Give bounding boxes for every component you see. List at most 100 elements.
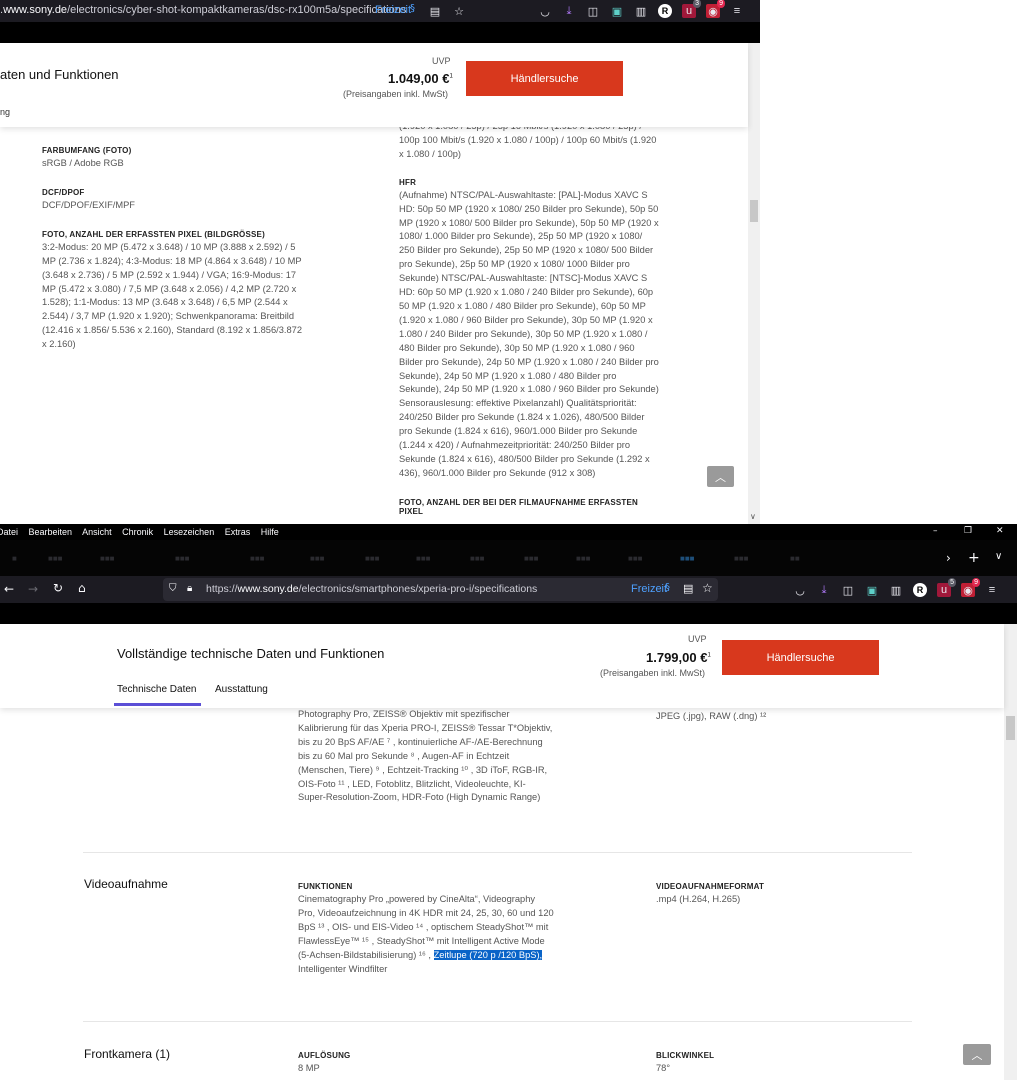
extension-icon[interactable]: u3: [682, 0, 701, 18]
tab-list-icon[interactable]: ∨: [995, 551, 1002, 562]
spec-value-resolution: 8 MP: [298, 1063, 320, 1073]
section-divider: [83, 1021, 912, 1022]
new-tab-icon[interactable]: +: [968, 550, 980, 566]
container-icon: §: [665, 582, 670, 593]
reader-view-icon[interactable]: ▤: [683, 582, 693, 595]
section-divider: [83, 852, 912, 853]
spec-label: FOTO, ANZAHL DER ERFASSTEN PIXEL (BILDGR…: [42, 229, 265, 239]
account-icon[interactable]: R: [913, 583, 927, 597]
reader-view-icon[interactable]: ▤: [428, 4, 442, 18]
menu-chronik[interactable]: Chronik: [122, 527, 153, 537]
spec-label-cut: FOTO, ANZAHL DER BEI DER FILMAUFNAHME ER…: [399, 497, 639, 516]
tab[interactable]: ■■■: [470, 554, 485, 563]
tab[interactable]: ■■■: [734, 554, 749, 563]
top-scrollbar[interactable]: [748, 43, 760, 524]
url-text[interactable]: https://www.sony.de/electronics/smartpho…: [206, 583, 537, 595]
bottom-menubar: Datei Bearbeiten Ansicht Chronik Lesezei…: [0, 524, 1017, 540]
tab[interactable]: ■■■: [365, 554, 380, 563]
save-icon[interactable]: ▣: [865, 583, 879, 597]
spec-label-hfr: HFR: [399, 177, 417, 187]
downloads-icon[interactable]: ⤓: [562, 4, 576, 18]
minimize-icon[interactable]: –: [933, 526, 938, 536]
tab[interactable]: ■■■: [524, 554, 539, 563]
top-url-field[interactable]: .www.sony.de/electronics/cyber-shot-komp…: [0, 4, 406, 16]
bottom-tab-strip: ■ ■■■ ■■■ ■■■ ■■■ ■■■ ■■■ ■■■ ■■■ ■■■ ■■…: [0, 540, 1017, 576]
extension-icon[interactable]: ◉ 9: [706, 0, 725, 18]
tab-scroll-right-icon[interactable]: ›: [946, 551, 951, 565]
sidebar-icon[interactable]: ◫: [586, 4, 600, 18]
tab[interactable]: ■■■: [175, 554, 190, 563]
forward-arrow-icon[interactable]: →: [28, 582, 38, 596]
close-icon[interactable]: ✕: [996, 526, 1004, 536]
container-label-freizeit[interactable]: Freizeit: [375, 4, 411, 16]
notes-icon[interactable]: ▥: [634, 4, 648, 18]
section-title-video: Videoaufnahme: [84, 877, 168, 891]
menu-bearbeiten[interactable]: Bearbeiten: [29, 527, 73, 537]
reload-icon[interactable]: ↻: [53, 581, 63, 595]
spec-value-hfr: (Aufnahme) NTSC/PAL-Auswahltaste: [PAL]-…: [399, 189, 659, 478]
top-tab-fragment[interactable]: ng: [0, 107, 10, 117]
selected-text[interactable]: Zeitlupe (720 p /120 BpS),: [433, 949, 543, 960]
account-icon[interactable]: R: [658, 4, 672, 18]
spec-label: DCF/DPOF: [42, 187, 85, 197]
spec-value-video-format: .mp4 (H.264, H.265): [656, 894, 741, 904]
extension-icon[interactable]: ◉ 9: [961, 578, 980, 597]
spec-label-angle: BLICKWINKEL: [656, 1051, 715, 1060]
top-right-spec-column: (1.920 x 1.080 / 25p) / 25p 16 Mbit/s (1…: [399, 127, 659, 516]
menu-extras[interactable]: Extras: [225, 527, 251, 537]
bookmark-star-icon[interactable]: ☆: [702, 581, 713, 595]
top-page-title: aten und Funktionen: [0, 67, 119, 82]
scroll-down-arrow-icon[interactable]: ∨: [750, 512, 756, 521]
bottom-scrollbar[interactable]: [1004, 624, 1017, 1080]
menu-hilfe[interactable]: Hilfe: [261, 527, 279, 537]
pocket-icon[interactable]: ◡: [538, 4, 552, 18]
tab-ausstattung[interactable]: Ausstattung: [215, 684, 268, 695]
spec-value-cut: (1.920 x 1.080 / 25p) / 25p 16 Mbit/s (1…: [399, 127, 657, 159]
pocket-icon[interactable]: ◡: [793, 583, 807, 597]
save-icon[interactable]: ▣: [610, 4, 624, 18]
bookmark-star-icon[interactable]: ☆: [452, 4, 466, 18]
tab[interactable]: ■: [12, 554, 17, 563]
lock-icon[interactable]: 🔒︎: [187, 583, 192, 594]
menu-icon[interactable]: ≡: [730, 4, 744, 18]
extension-icon[interactable]: u5: [937, 578, 956, 597]
tab[interactable]: ■■■: [628, 554, 643, 563]
top-sticky-header: aten und Funktionen ng UVP 1.049,00 €1 (…: [0, 43, 748, 127]
tab[interactable]: ■■■: [250, 554, 265, 563]
shield-icon[interactable]: ⛉: [169, 583, 177, 594]
tab[interactable]: ■■■: [310, 554, 325, 563]
menu-ansicht[interactable]: Ansicht: [82, 527, 112, 537]
bottom-dealer-search-button[interactable]: Händlersuche: [722, 640, 879, 675]
home-icon[interactable]: ⌂: [78, 581, 86, 595]
top-dealer-search-button[interactable]: Händlersuche: [466, 61, 623, 96]
tab[interactable]: ■■■: [416, 554, 431, 563]
sidebar-icon[interactable]: ◫: [841, 583, 855, 597]
tab[interactable]: ■■■: [680, 554, 695, 563]
spec-value-functions: Cinematography Pro „powered by CineAlta“…: [298, 894, 554, 974]
spec-label-video-format: VIDEOAUFNAHMEFORMAT: [656, 882, 765, 891]
chevron-up-icon: ︿: [715, 470, 726, 484]
tab[interactable]: ■■■: [576, 554, 591, 563]
tab-technische-daten[interactable]: Technische Daten: [114, 684, 201, 706]
bottom-scrollbar-thumb[interactable]: [1006, 716, 1015, 740]
back-to-top-button[interactable]: ︿: [707, 466, 734, 487]
tab[interactable]: ■■■: [100, 554, 115, 563]
downloads-icon[interactable]: ⤓: [817, 583, 831, 597]
bottom-url-field[interactable]: ⛉ 🔒︎ https://www.sony.de/electronics/sma…: [163, 578, 718, 601]
menu-lesezeichen[interactable]: Lesezeichen: [164, 527, 215, 537]
spec-value: DCF/DPOF/EXIF/MPF: [42, 199, 135, 210]
top-scrollbar-thumb[interactable]: [750, 200, 758, 222]
menu-datei[interactable]: Datei: [0, 527, 18, 537]
back-to-top-button[interactable]: ︿: [963, 1044, 991, 1065]
tab[interactable]: ■■: [790, 554, 800, 563]
tab[interactable]: ■■■: [48, 554, 63, 563]
notes-icon[interactable]: ▥: [889, 583, 903, 597]
desktop-edge: [1017, 520, 1025, 1080]
spec-value: sRGB / Adobe RGB: [42, 158, 124, 168]
top-price: 1.049,00 €1: [388, 71, 453, 86]
container-label-freizeit[interactable]: Freizeit: [631, 583, 667, 595]
container-icon: §: [410, 3, 415, 14]
restore-icon[interactable]: ❐: [964, 526, 972, 536]
back-arrow-icon[interactable]: ←: [4, 582, 14, 596]
menu-icon[interactable]: ≡: [985, 583, 999, 597]
